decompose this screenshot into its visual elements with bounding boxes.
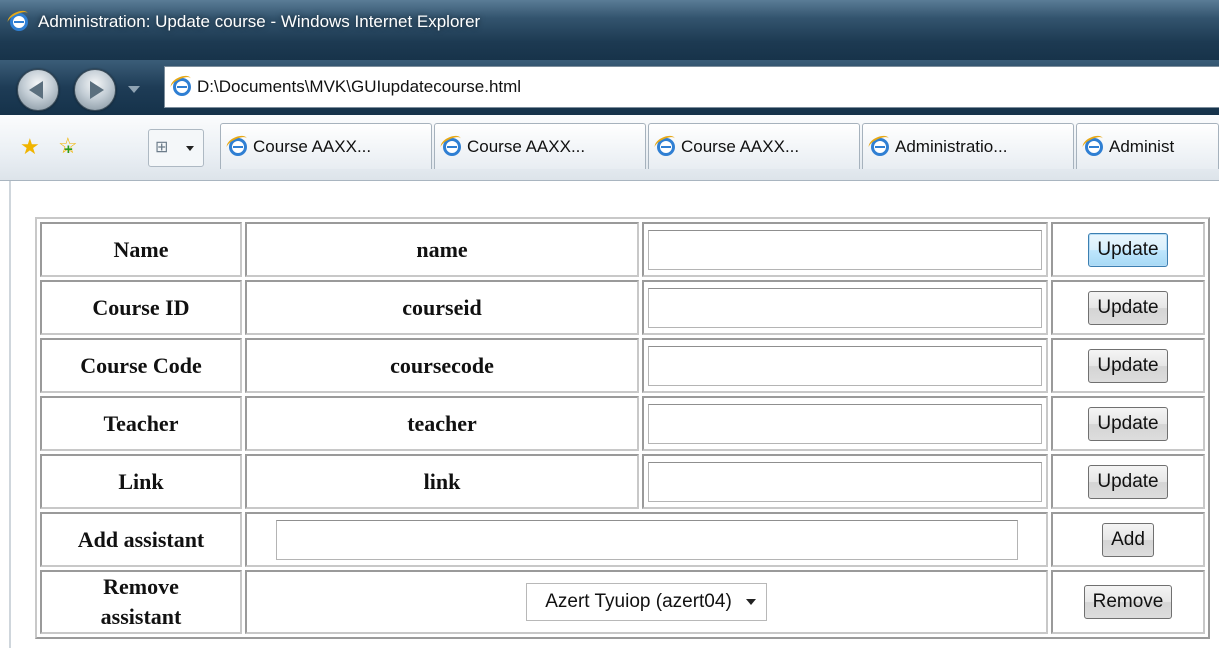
tab-ie-icon xyxy=(443,137,461,156)
teacher-input[interactable] xyxy=(648,403,1042,444)
update-coursecode-button[interactable]: Update xyxy=(1088,348,1168,383)
assistant-select[interactable]: Azert Tyuiop (azert04) xyxy=(526,583,767,621)
field-label: Link xyxy=(40,454,242,509)
field-name: courseid xyxy=(245,280,639,335)
tab-administration-1[interactable]: Administratio... xyxy=(862,123,1074,169)
quick-tabs-grid-icon: ⊞ xyxy=(155,139,169,156)
back-button[interactable] xyxy=(17,69,59,111)
field-label: Course Code xyxy=(40,338,242,393)
ie-logo-icon xyxy=(10,13,28,31)
update-course-table: Name name Update Course ID courseid Upda… xyxy=(35,217,1210,639)
link-input[interactable] xyxy=(648,461,1042,502)
update-teacher-button[interactable]: Update xyxy=(1088,406,1168,441)
add-favorite-icon[interactable]: ☆ + xyxy=(58,135,78,159)
plus-icon: + xyxy=(64,141,73,158)
page-icon xyxy=(173,78,191,96)
table-row: Course Code coursecode Update xyxy=(40,338,1205,393)
window-title: Administration: Update course - Windows … xyxy=(38,12,481,31)
page-content: Name name Update Course ID courseid Upda… xyxy=(0,181,1219,648)
field-name: coursecode xyxy=(245,338,639,393)
tab-label: Course AAXX... xyxy=(467,136,586,156)
tab-label: Administ xyxy=(1109,136,1175,156)
field-name: name xyxy=(245,222,639,277)
tab-bar: ★ ☆ + ⊞ Course AAXX... Course AAXX... Cou… xyxy=(0,115,1219,181)
add-assistant-input[interactable] xyxy=(275,519,1018,560)
address-text[interactable]: D:\Documents\MVK\GUIupdatecourse.html xyxy=(197,77,521,97)
table-row: Name name Update xyxy=(40,222,1205,277)
tab-course-3[interactable]: Course AAXX... xyxy=(648,123,860,169)
recent-pages-dropdown-icon[interactable] xyxy=(128,86,140,93)
field-label: Course ID xyxy=(40,280,242,335)
table-row: Course ID courseid Update xyxy=(40,280,1205,335)
tab-label: Course AAXX... xyxy=(253,136,372,156)
tab-label: Course AAXX... xyxy=(681,136,800,156)
assistant-select-value: Azert Tyuiop (azert04) xyxy=(545,591,732,612)
table-row: Add assistant Add xyxy=(40,512,1205,567)
field-label: Name xyxy=(40,222,242,277)
remove-label-line1: Remove xyxy=(103,574,179,599)
tab-list-dropdown-icon[interactable] xyxy=(186,146,194,151)
tab-ie-icon xyxy=(229,137,247,156)
field-name: teacher xyxy=(245,396,639,451)
forward-arrow-icon xyxy=(90,81,104,99)
tab-ie-icon xyxy=(871,137,889,156)
chevron-down-icon xyxy=(745,599,756,605)
tab-label: Administratio... xyxy=(895,136,1008,156)
page-border xyxy=(9,181,11,648)
quick-tabs-button[interactable]: ⊞ xyxy=(148,129,204,167)
back-arrow-icon xyxy=(29,81,43,99)
remove-assistant-label: Remove assistant xyxy=(40,570,242,634)
window-titlebar: Administration: Update course - Windows … xyxy=(0,0,1219,60)
remove-label-line2: assistant xyxy=(100,604,182,629)
add-assistant-button[interactable]: Add xyxy=(1102,522,1154,557)
update-name-button[interactable]: Update xyxy=(1088,232,1168,267)
tab-ie-icon xyxy=(1085,137,1103,156)
update-link-button[interactable]: Update xyxy=(1088,464,1168,499)
tab-course-2[interactable]: Course AAXX... xyxy=(434,123,646,169)
field-name: link xyxy=(245,454,639,509)
forward-button[interactable] xyxy=(74,69,116,111)
table-row: Teacher teacher Update xyxy=(40,396,1205,451)
tab-ie-icon xyxy=(657,137,675,156)
tab-administration-2[interactable]: Administ xyxy=(1076,123,1219,169)
remove-assistant-button[interactable]: Remove xyxy=(1083,585,1173,619)
field-label: Teacher xyxy=(40,396,242,451)
add-assistant-label: Add assistant xyxy=(40,512,242,567)
name-input[interactable] xyxy=(648,229,1042,270)
address-bar[interactable]: D:\Documents\MVK\GUIupdatecourse.html xyxy=(164,66,1219,108)
table-row: Remove assistant Azert Tyuiop (azert04) … xyxy=(40,570,1205,634)
courseid-input[interactable] xyxy=(648,287,1042,328)
tab-course-1[interactable]: Course AAXX... xyxy=(220,123,432,169)
coursecode-input[interactable] xyxy=(648,345,1042,386)
update-courseid-button[interactable]: Update xyxy=(1088,290,1168,325)
favorites-star-icon[interactable]: ★ xyxy=(20,136,40,158)
table-row: Link link Update xyxy=(40,454,1205,509)
